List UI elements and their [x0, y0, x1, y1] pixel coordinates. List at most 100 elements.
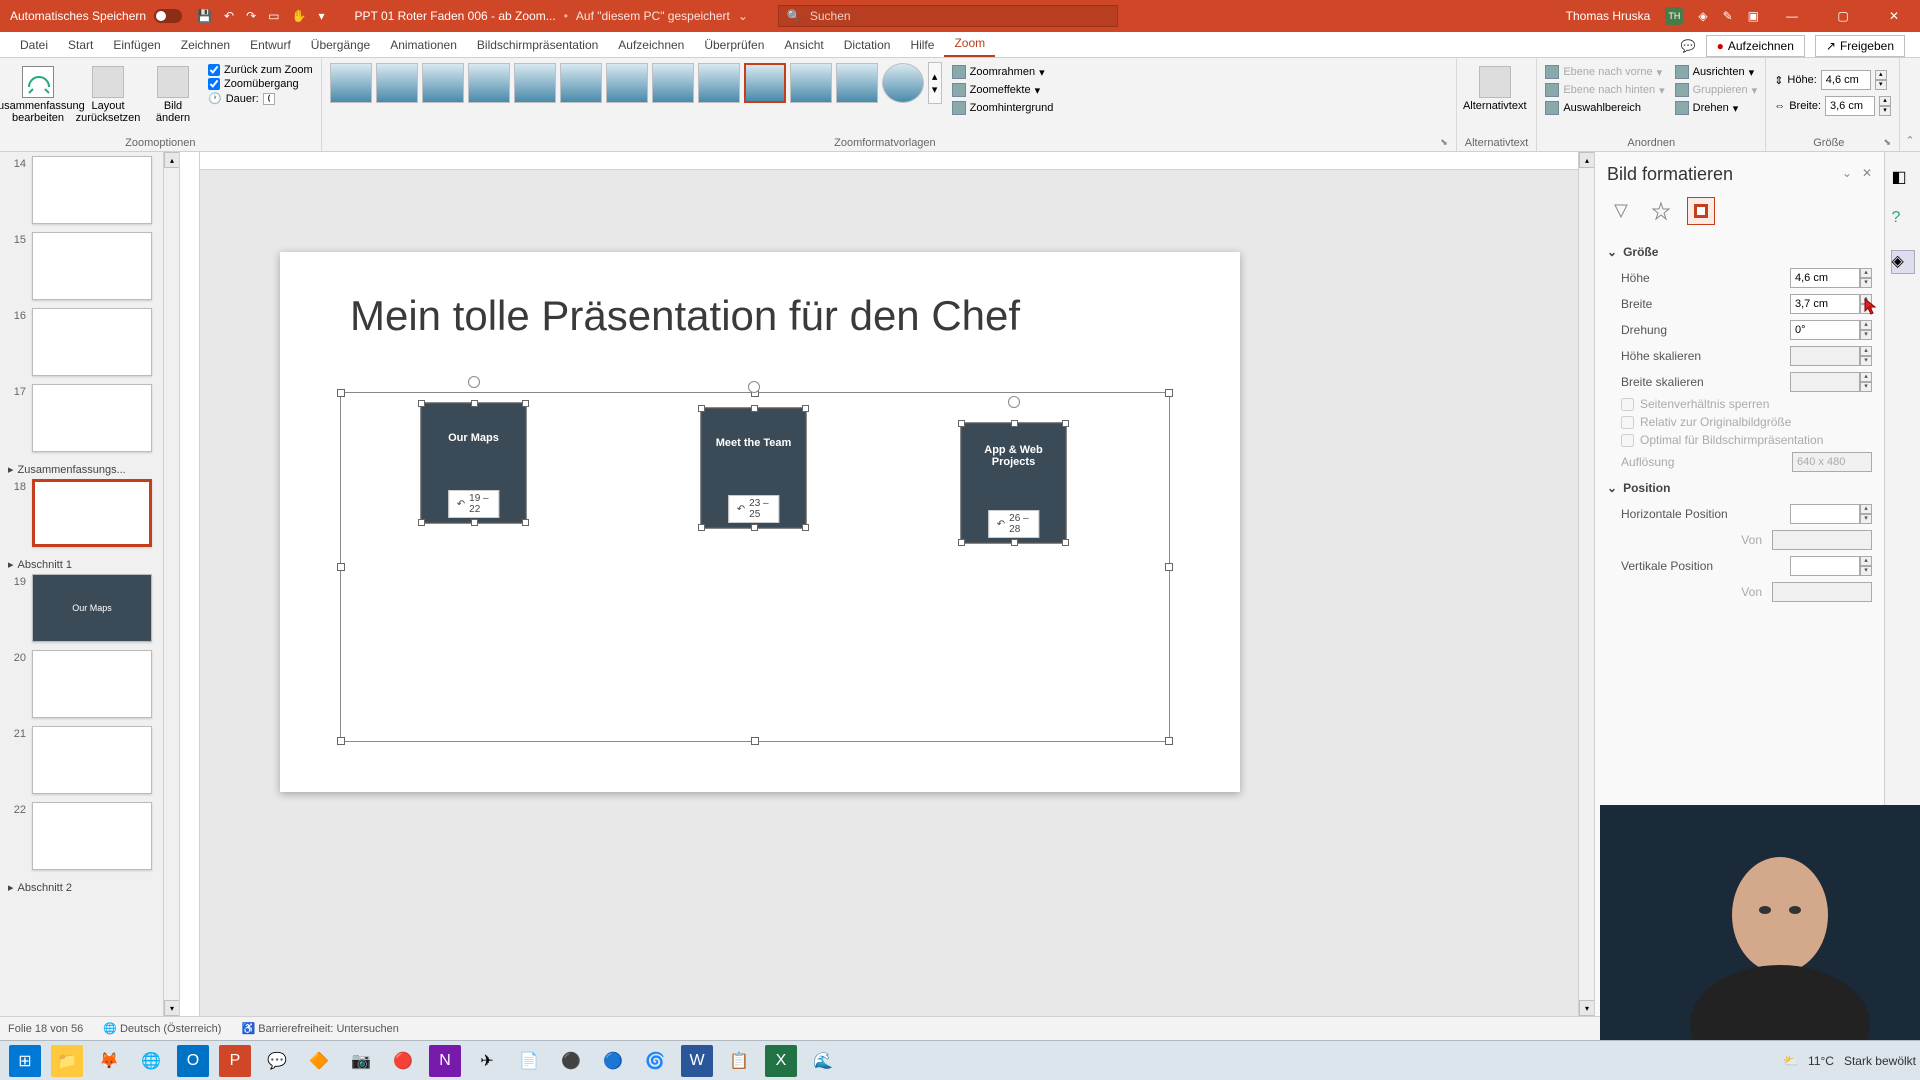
section-header[interactable]: ▸ Abschnitt 1 [8, 555, 171, 574]
style-item[interactable] [836, 63, 878, 103]
tab-einfuegen[interactable]: Einfügen [103, 33, 170, 57]
tab-dictation[interactable]: Dictation [834, 33, 901, 57]
position-section[interactable]: ⌄Position [1607, 475, 1872, 501]
slide-counter[interactable]: Folie 18 von 56 [8, 1023, 83, 1035]
canvas-scrollbar[interactable]: ▴ ▾ [1578, 152, 1594, 1016]
vlc-icon[interactable]: 🔶 [303, 1045, 335, 1077]
slide[interactable]: Mein tolle Präsentation für den Chef Our… [280, 252, 1240, 792]
app-icon[interactable]: 🔴 [387, 1045, 419, 1077]
telegram-icon[interactable]: ✈ [471, 1045, 503, 1077]
spinner[interactable]: ▴▾ [1860, 268, 1872, 288]
slide-thumbnail[interactable] [32, 232, 152, 300]
touch-icon[interactable]: ✋ [292, 9, 307, 23]
tab-datei[interactable]: Datei [10, 33, 58, 57]
dauer-field[interactable]: 🕐Dauer: [208, 92, 313, 105]
chrome-icon[interactable]: 🌐 [135, 1045, 167, 1077]
app-icon[interactable]: 🔵 [597, 1045, 629, 1077]
style-item[interactable] [606, 63, 648, 103]
close-button[interactable]: ✕ [1876, 2, 1912, 30]
spinner[interactable]: ▴▾ [1860, 504, 1872, 524]
tab-zeichnen[interactable]: Zeichnen [171, 33, 240, 57]
zoom-item-1[interactable]: Our Maps ↶19 – 22 [421, 403, 526, 523]
vpos-input[interactable] [1790, 556, 1860, 576]
tab-ansicht[interactable]: Ansicht [774, 33, 833, 57]
pen-icon[interactable]: ✎ [1723, 9, 1733, 23]
dialog-launcher-icon[interactable]: ⬊ [1440, 137, 1448, 149]
scroll-up-icon[interactable]: ▴ [1579, 152, 1594, 168]
zurueck-zoom-check[interactable]: Zurück zum Zoom [208, 64, 313, 76]
gallery-more-button[interactable]: ▴▾ [928, 62, 942, 104]
style-item[interactable] [744, 63, 786, 103]
style-item[interactable] [514, 63, 556, 103]
thumbnail-scrollbar[interactable]: ▴ ▾ [163, 152, 179, 1016]
chevron-down-icon[interactable]: ⌄ [738, 9, 748, 23]
style-item[interactable] [560, 63, 602, 103]
style-item[interactable] [882, 63, 924, 103]
tab-zoom[interactable]: Zoom [944, 31, 995, 57]
maximize-button[interactable]: ▢ [1825, 2, 1861, 30]
layout-button[interactable]: Layout zurücksetzen [78, 62, 138, 124]
slide-canvas[interactable]: Mein tolle Präsentation für den Chef Our… [200, 152, 1594, 1016]
tab-entwurf[interactable]: Entwurf [240, 33, 301, 57]
comments-icon[interactable]: 💬 [1681, 39, 1696, 53]
user-avatar[interactable]: TH [1665, 7, 1683, 25]
slide-thumbnail[interactable] [32, 308, 152, 376]
groesse-section[interactable]: ⌄Größe [1607, 239, 1872, 265]
format-pane-toggle[interactable]: ◈ [1891, 250, 1915, 274]
tab-bildschirm[interactable]: Bildschirmpräsentation [467, 33, 608, 57]
word-icon[interactable]: W [681, 1045, 713, 1077]
language-status[interactable]: 🌐 Deutsch (Österreich) [103, 1022, 221, 1035]
spinner[interactable]: ▴▾ [1860, 556, 1872, 576]
style-item[interactable] [422, 63, 464, 103]
pane-dropdown-icon[interactable]: ⌄ [1842, 166, 1852, 180]
slide-thumbnail[interactable] [32, 384, 152, 452]
hpos-input[interactable] [1790, 504, 1860, 524]
slide-thumbnail[interactable] [32, 156, 152, 224]
edge-icon[interactable]: 🌊 [807, 1045, 839, 1077]
explorer-icon[interactable]: 📁 [51, 1045, 83, 1077]
ebene-vorne-menu[interactable]: Ebene nach vorne ▾ [1545, 64, 1664, 80]
style-item[interactable] [468, 63, 510, 103]
rotate-handle-icon[interactable] [1008, 396, 1020, 408]
tab-hilfe[interactable]: Hilfe [900, 33, 944, 57]
excel-icon[interactable]: X [765, 1045, 797, 1077]
onenote-icon[interactable]: N [429, 1045, 461, 1077]
pane-hoehe-input[interactable] [1790, 268, 1860, 288]
effects-tab-icon[interactable] [1647, 197, 1675, 225]
spinner[interactable]: ▴▾ [1875, 70, 1887, 90]
app-icon[interactable]: 📄 [513, 1045, 545, 1077]
zoomhintergrund-button[interactable]: Zoomhintergrund [952, 100, 1054, 116]
hoehe-input[interactable] [1821, 70, 1871, 90]
slide-thumbnail[interactable]: Our Maps [32, 574, 152, 642]
tab-animationen[interactable]: Animationen [380, 33, 467, 57]
style-item[interactable] [790, 63, 832, 103]
slide-thumbnail[interactable] [32, 650, 152, 718]
save-icon[interactable]: 💾 [197, 9, 212, 23]
spinner[interactable]: ▴▾ [1879, 96, 1891, 116]
size-tab-icon[interactable] [1687, 197, 1715, 225]
weather-icon[interactable]: ⛅ [1783, 1054, 1798, 1068]
tab-start[interactable]: Start [58, 33, 103, 57]
help-icon[interactable]: ? [1891, 208, 1915, 232]
style-item[interactable] [330, 63, 372, 103]
zusammenfassung-button[interactable]: Zusammenfassung bearbeiten [8, 62, 68, 124]
minimize-button[interactable]: — [1774, 2, 1810, 30]
user-name[interactable]: Thomas Hruska [1566, 9, 1651, 23]
pane-close-icon[interactable]: ✕ [1862, 166, 1872, 180]
style-item[interactable] [698, 63, 740, 103]
bild-aendern-button[interactable]: Bild ändern [148, 62, 198, 124]
slideshow-icon[interactable]: ▭ [268, 9, 279, 23]
firefox-icon[interactable]: 🦊 [93, 1045, 125, 1077]
zoom-item-2[interactable]: Meet the Team ↶23 – 25 [701, 408, 806, 528]
breite-input[interactable] [1825, 96, 1875, 116]
zoom-container[interactable]: Our Maps ↶19 – 22 Meet the Team ↶23 – 25… [340, 392, 1170, 742]
zoomeffekte-menu[interactable]: Zoomeffekte ▾ [952, 82, 1054, 98]
dialog-launcher-icon[interactable]: ⬊ [1883, 137, 1891, 149]
rotate-handle-icon[interactable] [748, 381, 760, 393]
app-icon[interactable]: 🌀 [639, 1045, 671, 1077]
undo-icon[interactable]: ↶ [224, 9, 234, 23]
slide-thumbnail[interactable] [32, 726, 152, 794]
autosave-toggle[interactable]: Automatisches Speichern [10, 9, 182, 23]
search-box[interactable]: 🔍 Suchen [778, 5, 1118, 27]
ausrichten-menu[interactable]: Ausrichten ▾ [1675, 64, 1758, 80]
